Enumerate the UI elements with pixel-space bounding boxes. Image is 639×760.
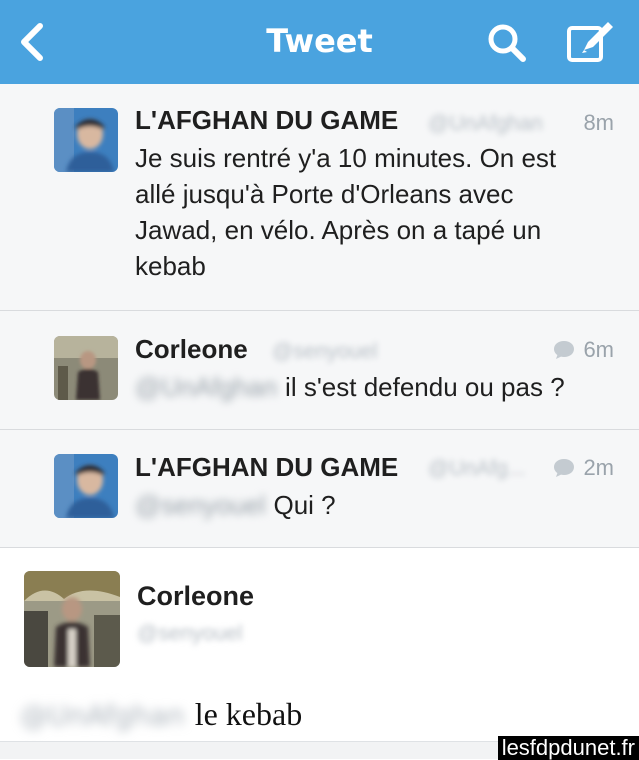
tweet-text-body: il s'est defendu ou pas ? (285, 372, 565, 402)
detail-author-handle: @senyouel (137, 622, 243, 645)
tweet-text-body: Qui ? (273, 490, 336, 520)
tweet-author-handle: @UnAfg... (428, 457, 526, 480)
nav-title: Tweet (266, 22, 373, 60)
back-chevron-icon (21, 23, 43, 61)
reply-bubble-icon (554, 341, 575, 359)
tweet-author-name[interactable]: L'AFGHAN DU GAME (135, 452, 398, 483)
search-button[interactable] (486, 22, 528, 64)
tweet-text-line: Je suis rentré y'a 10 minutes. On est (135, 143, 557, 173)
tweet-item[interactable]: L'AFGHAN DU GAME @UnAfghan 8m Je suis re… (0, 84, 639, 311)
tweet-time: 2m (583, 455, 614, 480)
nav-bar: Tweet (0, 0, 639, 84)
detail-mention[interactable]: @UnAfghan (20, 699, 185, 732)
tweet-mention[interactable]: @UnAfghan (135, 372, 277, 402)
tweet-author-name[interactable]: L'AFGHAN DU GAME (135, 105, 398, 136)
detail-text: @UnAfghan le kebab (20, 696, 302, 733)
tweet-mention[interactable]: @senyouel (135, 490, 265, 520)
search-icon (488, 24, 526, 62)
tweet-time-wrap: 2m (553, 455, 614, 481)
compose-button[interactable] (564, 18, 616, 66)
avatar[interactable] (54, 108, 118, 172)
tweet-time: 6m (583, 337, 614, 362)
tweet-text: @UnAfghan il s'est defendu ou pas ? (135, 369, 565, 405)
compose-icon (567, 22, 613, 62)
avatar[interactable] (24, 571, 120, 667)
tweet-text-line: Jawad, en vélo. Après on a tapé un (135, 215, 542, 245)
tweet-author-handle: @UnAfghan (428, 112, 543, 135)
tweet-author-handle: @senyouel (272, 340, 378, 363)
detail-author-name[interactable]: Corleone (137, 581, 254, 612)
detail-text-body: le kebab (194, 696, 303, 732)
tweet-text-line: kebab (135, 251, 206, 281)
tweet-text: Je suis rentré y'a 10 minutes. On est al… (135, 140, 556, 284)
tweet-item[interactable]: L'AFGHAN DU GAME @UnAfg... 2m @senyouel Q… (0, 430, 639, 548)
tweet-time-wrap: 6m (553, 337, 614, 363)
tweet-text-line: allé jusqu'à Porte d'Orleans avec (135, 179, 514, 209)
back-button[interactable] (14, 20, 48, 64)
tweet-time: 8m (583, 110, 614, 135)
tweet-item[interactable]: Corleone @senyouel 6m @UnAfghan il s'est … (0, 311, 639, 430)
watermark: lesfdpdunet.fr (497, 736, 639, 760)
tweet-text: @senyouel Qui ? (135, 487, 336, 523)
avatar[interactable] (54, 336, 118, 400)
avatar[interactable] (54, 454, 118, 518)
reply-bubble-icon (554, 459, 575, 477)
tweet-author-name[interactable]: Corleone (135, 334, 248, 365)
